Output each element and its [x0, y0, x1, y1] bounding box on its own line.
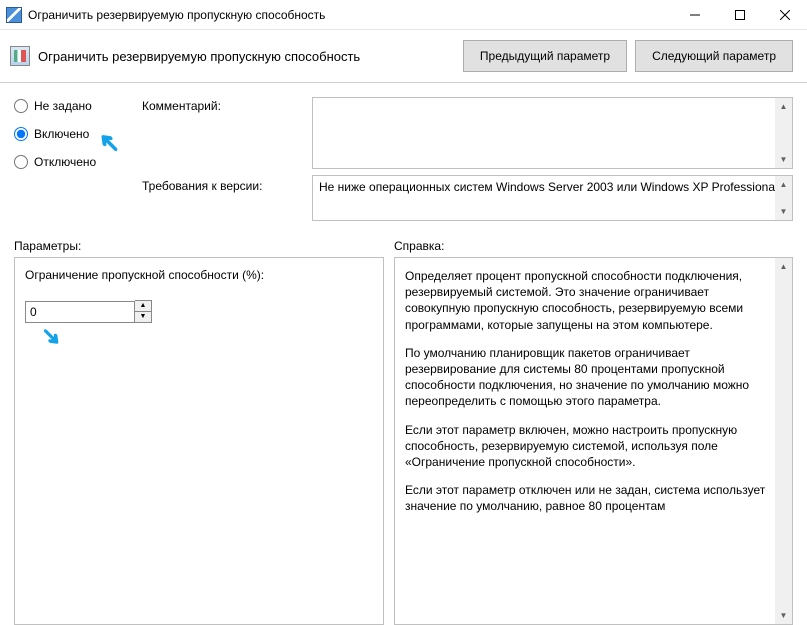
help-paragraph: Если этот параметр включен, можно настро…	[405, 422, 768, 471]
radio-enabled-label: Включено	[34, 127, 89, 141]
comment-label: Комментарий:	[142, 97, 312, 113]
scroll-down-icon[interactable]: ▼	[775, 151, 792, 168]
scroll-down-icon[interactable]: ▼	[775, 607, 792, 624]
help-paragraph: Определяет процент пропускной способност…	[405, 268, 768, 333]
window-controls	[672, 0, 807, 29]
requirements-label: Требования к версии:	[142, 179, 312, 193]
radio-not-configured[interactable]: Не задано	[14, 99, 142, 113]
radio-not-configured-input[interactable]	[14, 99, 28, 113]
close-icon	[780, 10, 790, 20]
requirements-text: Не ниже операционных систем Windows Serv…	[319, 180, 778, 194]
spinner-up-button[interactable]: ▲	[135, 301, 151, 312]
scrollbar[interactable]: ▲ ▼	[775, 258, 792, 624]
maximize-icon	[735, 10, 745, 20]
scroll-up-icon[interactable]: ▲	[775, 98, 792, 115]
radio-disabled-input[interactable]	[14, 155, 28, 169]
bandwidth-limit-input[interactable]	[25, 301, 135, 323]
scrollbar[interactable]: ▲ ▼	[775, 176, 792, 220]
minimize-icon	[690, 10, 700, 20]
help-label: Справка:	[394, 239, 444, 253]
help-panel: Определяет процент пропускной способност…	[394, 257, 793, 625]
scroll-up-icon[interactable]: ▲	[775, 176, 792, 193]
radio-enabled[interactable]: Включено ➜	[14, 127, 142, 141]
radio-disabled[interactable]: Отключено	[14, 155, 142, 169]
previous-setting-button[interactable]: Предыдущий параметр	[463, 40, 627, 72]
spinner-down-button[interactable]: ▼	[135, 312, 151, 323]
minimize-button[interactable]	[672, 0, 717, 29]
scrollbar[interactable]: ▲ ▼	[775, 98, 792, 168]
header-row: Ограничить резервируемую пропускную спос…	[0, 30, 807, 83]
app-icon	[6, 7, 22, 23]
maximize-button[interactable]	[717, 0, 762, 29]
policy-icon	[10, 46, 30, 66]
policy-title: Ограничить резервируемую пропускную спос…	[38, 49, 455, 64]
scroll-up-icon[interactable]: ▲	[775, 258, 792, 275]
scroll-down-icon[interactable]: ▼	[775, 203, 792, 220]
parameters-panel: Ограничение пропускной способности (%): …	[14, 257, 384, 625]
help-paragraph: По умолчанию планировщик пакетов огранич…	[405, 345, 768, 410]
annotation-arrow-icon: ➜	[35, 320, 68, 353]
title-bar: Ограничить резервируемую пропускную спос…	[0, 0, 807, 30]
state-radio-group: Не задано Включено ➜ Отключено	[14, 97, 142, 169]
spinner-buttons: ▲ ▼	[135, 300, 152, 323]
radio-not-configured-label: Не задано	[34, 99, 92, 113]
radio-disabled-label: Отключено	[34, 155, 96, 169]
parameters-label: Параметры:	[14, 239, 394, 253]
comment-textarea[interactable]: ▲ ▼	[312, 97, 793, 169]
bandwidth-limit-label: Ограничение пропускной способности (%):	[25, 268, 373, 282]
requirements-box: Не ниже операционных систем Windows Serv…	[312, 175, 793, 221]
help-paragraph: Если этот параметр отключен или не задан…	[405, 482, 768, 514]
window-title: Ограничить резервируемую пропускную спос…	[28, 8, 672, 22]
close-button[interactable]	[762, 0, 807, 29]
next-setting-button[interactable]: Следующий параметр	[635, 40, 793, 72]
radio-enabled-input[interactable]	[14, 127, 28, 141]
